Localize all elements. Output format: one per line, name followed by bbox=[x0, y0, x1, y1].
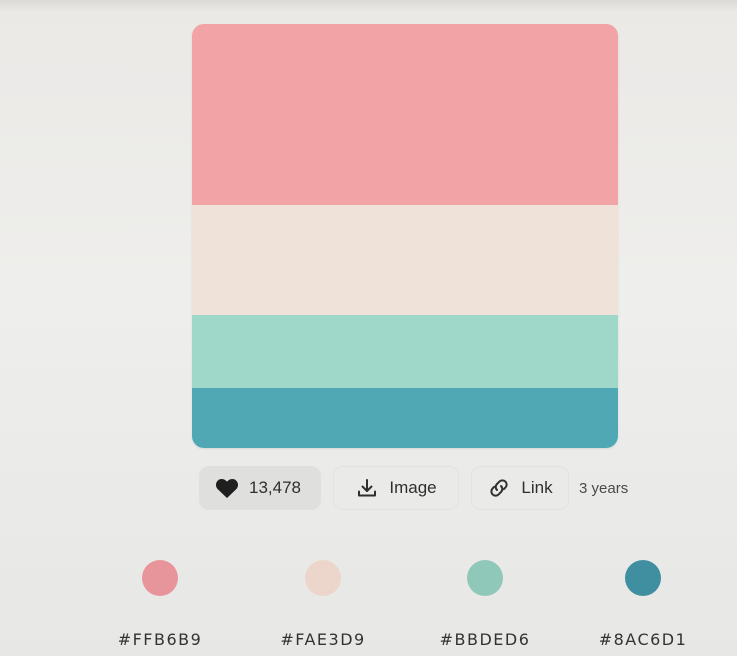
image-label: Image bbox=[389, 478, 437, 497]
swatch-dot-1[interactable] bbox=[142, 560, 178, 596]
palette-color-4[interactable] bbox=[192, 388, 618, 448]
link-label: Link bbox=[521, 478, 553, 497]
link-icon bbox=[487, 476, 511, 500]
swatch-hex-4[interactable]: #8AC6D1 bbox=[583, 630, 703, 649]
color-swatches: #FFB6B9 #FAE3D9 #BBDED6 #8AC6D1 bbox=[0, 560, 737, 650]
download-icon bbox=[355, 476, 379, 500]
like-count: 13,478 bbox=[249, 478, 301, 497]
top-divider bbox=[0, 0, 737, 12]
swatch-1[interactable]: #FFB6B9 bbox=[100, 560, 220, 649]
heart-icon bbox=[215, 476, 239, 500]
swatch-dot-4[interactable] bbox=[625, 560, 661, 596]
swatch-2[interactable]: #FAE3D9 bbox=[263, 560, 383, 649]
swatch-hex-3[interactable]: #BBDED6 bbox=[425, 630, 545, 649]
swatch-3[interactable]: #BBDED6 bbox=[425, 560, 545, 649]
palette-color-2[interactable] bbox=[192, 205, 618, 315]
download-image-button[interactable]: Image bbox=[333, 466, 459, 510]
swatch-4[interactable]: #8AC6D1 bbox=[583, 560, 703, 649]
like-button[interactable]: 13,478 bbox=[199, 466, 321, 510]
swatch-dot-3[interactable] bbox=[467, 560, 503, 596]
palette-color-1[interactable] bbox=[192, 24, 618, 205]
palette-preview[interactable] bbox=[192, 24, 618, 448]
palette-age: 3 years bbox=[579, 479, 629, 497]
swatch-hex-2[interactable]: #FAE3D9 bbox=[263, 630, 383, 649]
swatch-hex-1[interactable]: #FFB6B9 bbox=[100, 630, 220, 649]
copy-link-button[interactable]: Link bbox=[471, 466, 569, 510]
palette-color-3[interactable] bbox=[192, 315, 618, 388]
palette-actions: 13,478 Image Link 3 years bbox=[199, 466, 628, 510]
swatch-dot-2[interactable] bbox=[305, 560, 341, 596]
